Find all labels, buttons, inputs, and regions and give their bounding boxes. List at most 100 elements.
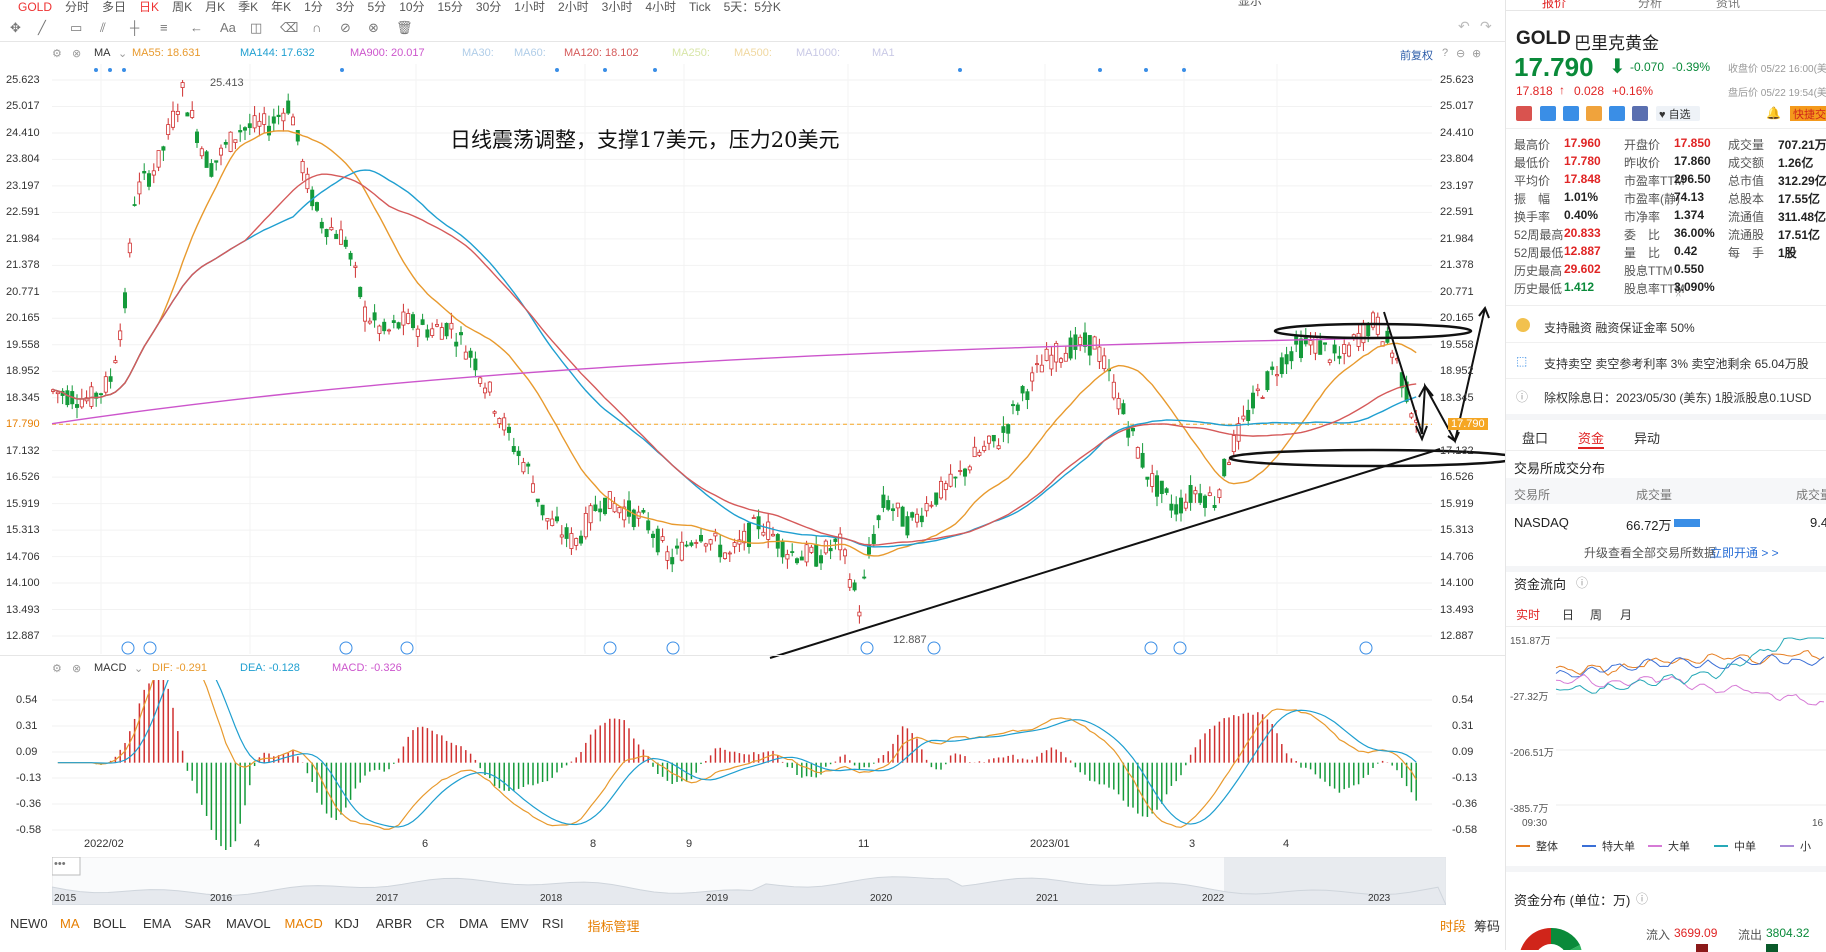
overview-menu-icon[interactable]: ••• bbox=[54, 858, 66, 870]
indicator-13[interactable]: 指标管理 bbox=[588, 916, 640, 935]
timeframe-13[interactable]: 30分 bbox=[476, 1, 501, 12]
event-dot[interactable] bbox=[1144, 68, 1148, 72]
lightning-icon[interactable] bbox=[1540, 106, 1556, 121]
news-icon[interactable] bbox=[1516, 106, 1532, 121]
measure-tool-icon[interactable]: ┼ bbox=[130, 20, 139, 35]
earnings-marker[interactable] bbox=[339, 641, 353, 655]
event-dot[interactable] bbox=[340, 68, 344, 72]
earnings-marker[interactable] bbox=[1359, 641, 1373, 655]
timeframe-3[interactable]: 日K bbox=[139, 1, 159, 12]
event-dot[interactable] bbox=[653, 68, 657, 72]
adjust-mode[interactable]: 前复权 bbox=[1400, 47, 1433, 63]
tab-analysis[interactable]: 分析 bbox=[1638, 0, 1662, 9]
display-menu[interactable]: 显示 bbox=[1238, 0, 1262, 7]
watchlist-button[interactable]: ♥ 自选 bbox=[1656, 106, 1700, 121]
close-icon[interactable]: ⊗ bbox=[72, 47, 81, 60]
flow-tab-realtime[interactable]: 实时 bbox=[1516, 606, 1540, 623]
earnings-marker[interactable] bbox=[1144, 641, 1158, 655]
earnings-marker[interactable] bbox=[121, 641, 135, 655]
fib-tool-icon[interactable]: ≡ bbox=[160, 20, 168, 35]
timeframe-8[interactable]: 1分 bbox=[304, 1, 323, 12]
undo-icon[interactable]: ↶ bbox=[1458, 18, 1470, 35]
timeframe-6[interactable]: 季K bbox=[238, 1, 258, 12]
indicator-7[interactable]: KDJ bbox=[335, 916, 360, 931]
timeframe-11[interactable]: 10分 bbox=[399, 1, 424, 12]
indicator-0[interactable]: NEW0 bbox=[10, 916, 48, 931]
timeframe-17[interactable]: 4小时 bbox=[645, 1, 676, 12]
brush-tool-icon[interactable]: ◫ bbox=[250, 20, 262, 36]
indicator-3[interactable]: EMA bbox=[143, 916, 171, 931]
flow-tab-day[interactable]: 日 bbox=[1562, 606, 1574, 623]
indicator-6[interactable]: MACD bbox=[285, 916, 323, 931]
indicator-5[interactable]: MAVOL bbox=[226, 916, 271, 931]
rect-tool-icon[interactable]: ▭ bbox=[70, 20, 82, 36]
timeframe-19[interactable]: 5天：5分K bbox=[724, 1, 781, 12]
earnings-marker[interactable] bbox=[400, 641, 414, 655]
tag-icon[interactable] bbox=[1609, 106, 1625, 121]
upgrade-link[interactable]: 立即开通 > > bbox=[1710, 544, 1779, 561]
line-tool-icon[interactable]: ╱ bbox=[38, 20, 46, 36]
s-icon[interactable] bbox=[1563, 106, 1579, 121]
macd-indicator-name[interactable]: MACD bbox=[94, 662, 126, 674]
flow-chart[interactable] bbox=[1506, 628, 1826, 823]
macd-chart[interactable] bbox=[0, 680, 1505, 850]
hide-tool-icon[interactable]: ⊗ bbox=[368, 20, 379, 36]
bottom-right-1[interactable]: 筹码 bbox=[1474, 916, 1500, 935]
timeframe-0[interactable]: GOLD bbox=[18, 1, 52, 12]
event-dot[interactable] bbox=[555, 68, 559, 72]
timeframe-10[interactable]: 5分 bbox=[368, 1, 387, 12]
eraser-tool-icon[interactable]: ⌫ bbox=[280, 20, 298, 36]
magnet-tool-icon[interactable]: ∩ bbox=[312, 20, 321, 35]
timeframe-7[interactable]: 年K bbox=[271, 1, 291, 12]
event-dot[interactable] bbox=[958, 68, 962, 72]
info-icon[interactable]: ⓘ bbox=[1636, 890, 1648, 907]
timeframe-1[interactable]: 分时 bbox=[65, 1, 89, 12]
earnings-marker[interactable] bbox=[143, 641, 157, 655]
earnings-marker[interactable] bbox=[860, 641, 874, 655]
crosshair-icon[interactable]: ✥ bbox=[10, 20, 21, 36]
flow-tab-month[interactable]: 月 bbox=[1620, 606, 1632, 623]
settings-icon[interactable]: ⚙ bbox=[52, 47, 62, 60]
event-dot[interactable] bbox=[1182, 68, 1186, 72]
timeframe-5[interactable]: 月K bbox=[205, 1, 225, 12]
indicator-12[interactable]: RSI bbox=[542, 916, 564, 931]
collapse-icon[interactable]: ^ bbox=[1676, 292, 1681, 303]
chart-icon[interactable] bbox=[1586, 106, 1602, 121]
timeframe-18[interactable]: Tick bbox=[689, 1, 711, 12]
flow-tab-week[interactable]: 周 bbox=[1590, 606, 1602, 623]
indicator-8[interactable]: ARBR bbox=[376, 916, 412, 931]
indicator-1[interactable]: MA bbox=[60, 916, 80, 931]
add-icon[interactable]: ⊕ bbox=[1472, 47, 1481, 60]
timeframe-9[interactable]: 3分 bbox=[336, 1, 355, 12]
timeframe-14[interactable]: 1小时 bbox=[514, 1, 545, 12]
indicator-10[interactable]: DMA bbox=[459, 916, 488, 931]
lock-tool-icon[interactable]: ⊘ bbox=[340, 20, 351, 36]
timeframe-16[interactable]: 3小时 bbox=[602, 1, 633, 12]
event-dot[interactable] bbox=[1098, 68, 1102, 72]
indicator-2[interactable]: BOLL bbox=[93, 916, 126, 931]
minimize-icon[interactable]: ⊖ bbox=[1456, 47, 1465, 60]
text-tool-icon[interactable]: Aa bbox=[220, 20, 236, 35]
redo-icon[interactable]: ↷ bbox=[1480, 18, 1492, 35]
bottom-right-0[interactable]: 时段 bbox=[1440, 916, 1466, 935]
help-icon[interactable]: ? bbox=[1442, 47, 1448, 59]
tab-quote[interactable]: 报价 bbox=[1542, 0, 1566, 9]
doc-icon[interactable] bbox=[1632, 106, 1648, 121]
timeframe-12[interactable]: 15分 bbox=[438, 1, 463, 12]
event-dot[interactable] bbox=[122, 68, 126, 72]
earnings-marker[interactable] bbox=[666, 641, 680, 655]
channel-tool-icon[interactable]: ⫽ bbox=[100, 20, 106, 36]
ma-indicator-name[interactable]: MA bbox=[94, 47, 111, 59]
timeframe-4[interactable]: 周K bbox=[172, 1, 192, 12]
timeframe-15[interactable]: 2小时 bbox=[558, 1, 589, 12]
indicator-11[interactable]: EMV bbox=[501, 916, 529, 931]
tab-news[interactable]: 资讯 bbox=[1716, 0, 1740, 9]
settings-icon[interactable]: ⚙ bbox=[52, 662, 62, 675]
arrow-tool-icon[interactable]: ← bbox=[190, 20, 203, 35]
quick-trade-button[interactable]: 快捷交易 bbox=[1790, 106, 1826, 121]
close-icon[interactable]: ⊗ bbox=[72, 662, 81, 675]
price-chart[interactable] bbox=[0, 64, 1505, 664]
chevron-down-icon[interactable]: ⌄ bbox=[118, 47, 127, 60]
chevron-down-icon[interactable]: ⌄ bbox=[134, 662, 143, 675]
indicator-9[interactable]: CR bbox=[426, 916, 445, 931]
